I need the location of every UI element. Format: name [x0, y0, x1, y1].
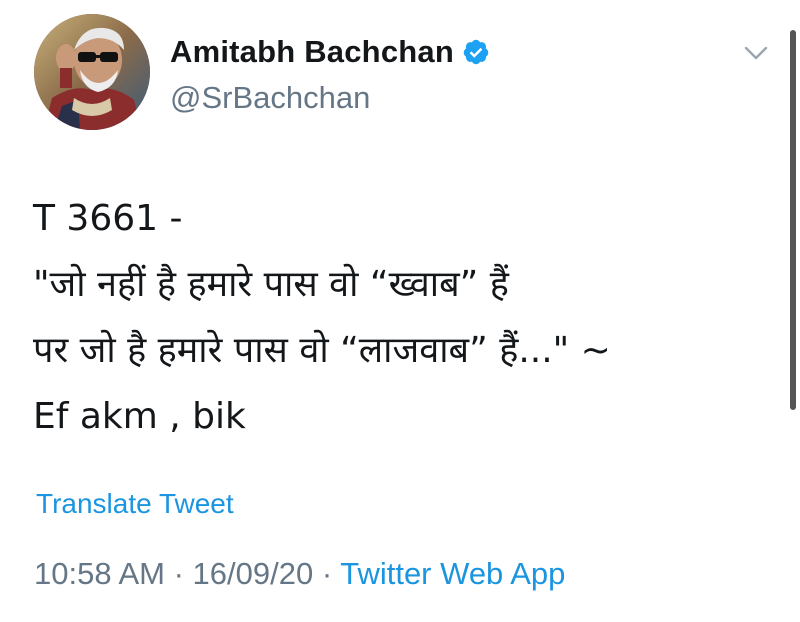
chevron-down-icon	[744, 46, 768, 60]
verified-badge-icon	[462, 38, 490, 66]
tweet-time[interactable]: 10:58 AM	[34, 556, 165, 591]
author-name-row: Amitabh Bachchan	[170, 30, 490, 74]
tweet-text-line-4: Ef akm , bik	[33, 396, 246, 437]
avatar[interactable]	[34, 14, 150, 130]
meta-separator: ·	[313, 556, 341, 591]
scrollbar[interactable]	[790, 30, 796, 410]
tweet-text-line-2: "जो नहीं है हमारे पास वो “ख्वाब” हैं	[33, 264, 509, 305]
author-handle[interactable]: @SrBachchan	[170, 80, 490, 116]
tweet-source-link[interactable]: Twitter Web App	[340, 556, 565, 591]
tweet-text-line-1: T 3661 -	[33, 198, 183, 239]
tweet-date[interactable]: 16/09/20	[193, 556, 314, 591]
tweet-text-line-3: पर जो है हमारे पास वो “लाजवाब” हैं..." ~	[33, 330, 611, 371]
tweet-text: T 3661 - "जो नहीं है हमारे पास वो “ख्वाब…	[33, 186, 783, 450]
tweet-metadata: 10:58 AM · 16/09/20 · Twitter Web App	[34, 556, 565, 592]
meta-separator: ·	[164, 556, 193, 591]
tweet-menu-button[interactable]	[738, 38, 774, 68]
tweet-card: Amitabh Bachchan @SrBachchan T 3661 - "ज…	[0, 0, 800, 622]
translate-tweet-link[interactable]: Translate Tweet	[36, 488, 234, 520]
author-block: Amitabh Bachchan @SrBachchan	[170, 30, 490, 116]
author-display-name[interactable]: Amitabh Bachchan	[170, 34, 454, 70]
profile-photo-icon	[34, 14, 150, 130]
